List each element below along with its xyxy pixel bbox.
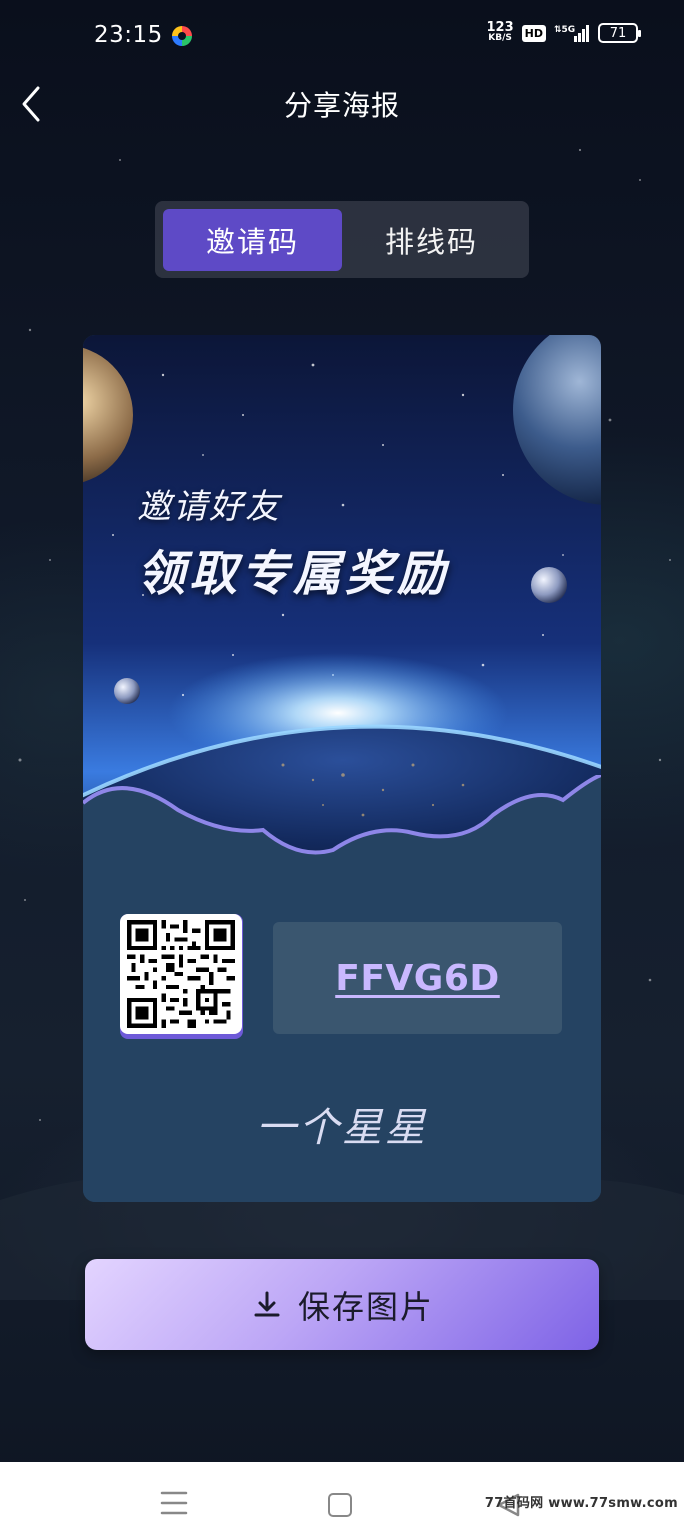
invite-code-box[interactable]: FFVG6D [273,922,562,1034]
invite-code[interactable]: FFVG6D [335,958,500,999]
page-title: 分享海报 [283,89,400,122]
signal-5g-icon: ⇅5G [554,25,589,42]
network-speed: 123 KB/S [486,20,514,43]
qr-code[interactable] [120,914,242,1034]
watermark: 77首码网 www.77smw.com [484,1496,678,1511]
save-image-button[interactable]: 保存图片 [85,1259,599,1350]
download-icon [254,1291,280,1316]
tab-invite-code[interactable]: 邀请码 [163,209,342,271]
qr-code-frame [120,914,243,1039]
poster-subheadline: 领取专属奖励 [137,546,450,602]
user-nickname: 一个星星 [256,1105,428,1151]
home-icon[interactable] [328,1493,352,1517]
hd-badge: HD [521,24,546,42]
poster-headline: 邀请好友 [137,487,281,527]
tab-bar: 邀请码 排线码 [155,201,529,278]
tab-line-code[interactable]: 排线码 [342,209,521,271]
save-image-label: 保存图片 [297,1287,434,1326]
battery-level: 71 [609,25,627,41]
status-bar: 23:15 123 KB/S HD ⇅5G 71 [0,0,684,72]
share-poster: 邀请好友 领取专属奖励 FFVG6D 一个星星 [83,335,601,1202]
system-nav-bar: 77首码网 www.77smw.com [0,1462,684,1524]
svg-text:⇅5G: ⇅5G [554,25,575,35]
screen: 23:15 123 KB/S HD ⇅5G 71 分享海报 邀请码 排线码 邀请… [0,0,684,1524]
recent-apps-icon[interactable] [160,1490,188,1516]
qr-code-image [127,920,235,1028]
status-time: 23:15 [94,22,163,48]
battery-icon: 71 [598,23,641,43]
app-notification-icon [172,26,192,46]
